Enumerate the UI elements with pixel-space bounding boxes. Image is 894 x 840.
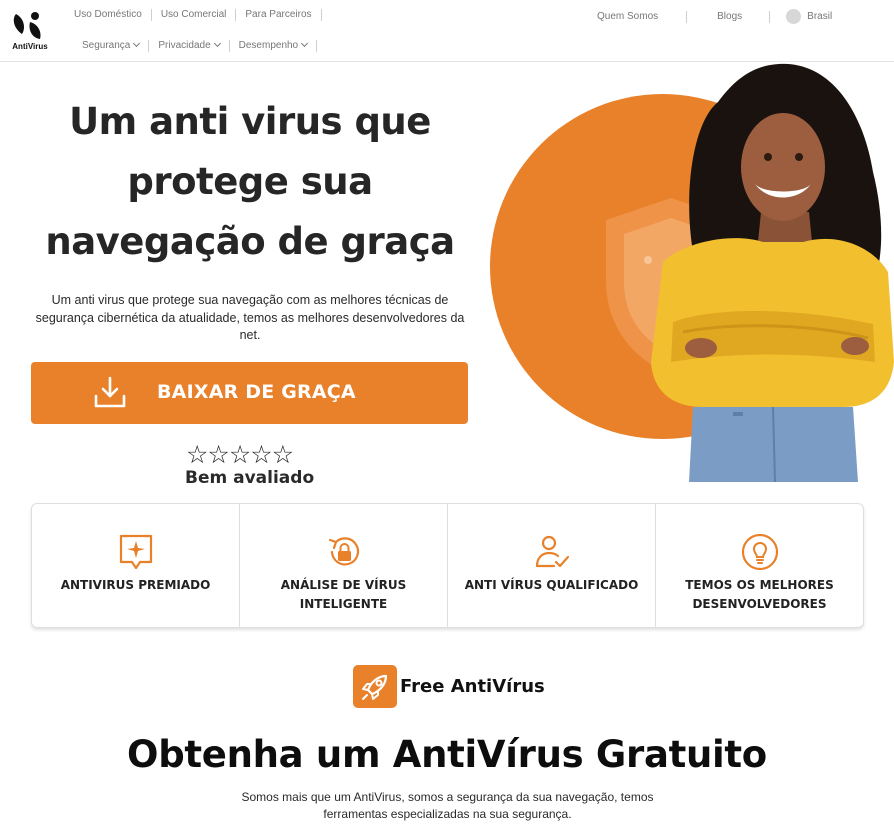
rocket-icon: [353, 665, 397, 708]
logo-mark-icon: [13, 12, 41, 39]
feature-label: ANÁLISE DE VÍRUS INTELIGENTE: [280, 578, 407, 611]
download-icon: [94, 376, 126, 408]
feature-label: ANTI VÍRUS QUALIFICADO: [464, 578, 639, 592]
language-selector[interactable]: Brasil: [786, 9, 832, 24]
section-description: Somos mais que um AntiVirus, somos a seg…: [241, 790, 654, 821]
free-antivirus-badge: Free AntiVírus: [353, 665, 545, 708]
nav-item-privacy[interactable]: Privacidade: [149, 39, 230, 52]
features-row: ANTIVIRUS PREMIADO ANÁLISE DE VÍRUS INTE…: [31, 503, 864, 628]
nav-item-performance[interactable]: Desempenho: [230, 39, 318, 52]
lightbulb-icon: [741, 533, 778, 571]
section-title: Obtenha um AntiVírus Gratuito: [127, 733, 767, 776]
feature-card: ANTI VÍRUS QUALIFICADO: [448, 504, 656, 627]
language-label: Brasil: [807, 11, 833, 22]
feature-card: TEMOS OS MELHORES DESENVOLVEDORES: [656, 504, 863, 627]
badge-label: Free AntiVírus: [400, 676, 545, 697]
user-check-icon: [535, 535, 569, 568]
download-button-label: BAIXAR DE GRAÇA: [157, 381, 356, 403]
logo[interactable]: AntiVirus: [8, 8, 52, 54]
nav-item-privacy-label: Privacidade: [158, 40, 211, 51]
hero-illustration: [488, 62, 894, 482]
feature-card: ANTIVIRUS PREMIADO: [32, 504, 240, 627]
nav-item-performance-label: Desempenho: [238, 40, 299, 51]
download-free-button[interactable]: BAIXAR DE GRAÇA: [31, 362, 468, 424]
feature-label: ANTIVIRUS PREMIADO: [60, 578, 211, 592]
primary-nav: Uso Doméstico Uso Comercial Para Parceir…: [65, 9, 322, 21]
hero-description: Um anti virus que protege sua navegação …: [35, 293, 465, 342]
feature-label: TEMOS OS MELHORES DESENVOLVEDORES: [685, 578, 834, 611]
lock-refresh-icon: [328, 537, 359, 566]
globe-icon: [786, 9, 802, 24]
logo-text: AntiVirus: [12, 42, 48, 51]
woman-portrait-image: [651, 63, 894, 482]
utility-nav: Quem Somos Blogs Brasil: [588, 9, 832, 24]
nav-item-blogs[interactable]: Blogs: [687, 10, 771, 23]
nav-item-security-label: Segurança: [82, 40, 131, 51]
nav-item-business-use[interactable]: Uso Comercial: [152, 9, 237, 21]
award-message-icon: [119, 534, 152, 570]
chevron-down-icon: [301, 39, 309, 48]
nav-item-partners[interactable]: Para Parceiros: [236, 9, 322, 21]
rating-stars: ☆☆☆☆☆: [186, 440, 294, 469]
site-header: AntiVirus Uso Doméstico Uso Comercial Pa…: [0, 0, 894, 62]
chevron-down-icon: [133, 39, 141, 48]
secondary-nav: Segurança Privacidade Desempenho: [73, 39, 318, 52]
rating-label: Bem avaliado: [185, 468, 315, 488]
feature-card: ANÁLISE DE VÍRUS INTELIGENTE: [240, 504, 448, 627]
chevron-down-icon: [213, 39, 221, 48]
nav-item-about[interactable]: Quem Somos: [588, 10, 688, 23]
nav-item-home-use[interactable]: Uso Doméstico: [65, 9, 152, 21]
hero-title: Um anti virus que protege sua navegação …: [45, 100, 455, 263]
nav-item-security[interactable]: Segurança: [73, 39, 150, 52]
